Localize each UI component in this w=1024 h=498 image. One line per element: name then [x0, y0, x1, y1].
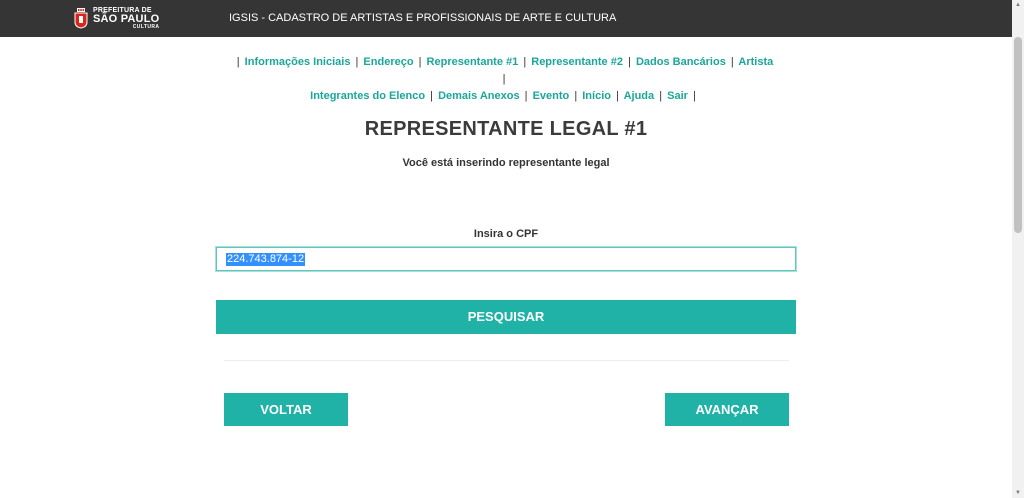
- scroll-up-arrow-icon[interactable]: ▲: [1012, 0, 1024, 10]
- nav-link-artista[interactable]: Artista: [738, 56, 773, 68]
- nav-separator: |: [523, 56, 527, 68]
- nav-link-evento[interactable]: Evento: [533, 90, 570, 102]
- cpf-label: Insira o CPF: [473, 228, 539, 240]
- vertical-scrollbar[interactable]: ▲ ▼: [1012, 0, 1024, 498]
- nav-separator: |: [659, 90, 663, 102]
- prefeitura-logo[interactable]: PREFEITURA DE SÃO PAULO CULTURA: [74, 4, 159, 32]
- nav-separator: |: [236, 56, 240, 68]
- nav-link-endereco[interactable]: Endereço: [363, 56, 413, 68]
- nav-separator: |: [418, 56, 422, 68]
- nav-link-demais-anexos[interactable]: Demais Anexos: [438, 90, 520, 102]
- nav-link-integrantes-do-elenco[interactable]: Integrantes do Elenco: [310, 90, 425, 102]
- nav-link-dados-bancarios[interactable]: Dados Bancários: [636, 56, 726, 68]
- nav-link-ajuda[interactable]: Ajuda: [624, 90, 655, 102]
- next-button[interactable]: AVANÇAR: [665, 393, 789, 426]
- back-button[interactable]: VOLTAR: [224, 393, 348, 426]
- nav-link-sair[interactable]: Sair: [667, 90, 688, 102]
- scrollbar-thumb[interactable]: [1014, 37, 1022, 233]
- nav-separator: |: [430, 90, 433, 102]
- nav-link-representante-1[interactable]: Representante #1: [427, 56, 519, 68]
- nav-link-informacoes-iniciais[interactable]: Informações Iniciais: [245, 56, 351, 68]
- cpf-input-value: 224.743.874-12: [226, 253, 306, 266]
- main-navigation: | Informações Iniciais | Endereço | Repr…: [230, 54, 778, 105]
- cpf-input[interactable]: 224.743.874-12: [215, 246, 797, 272]
- nav-link-inicio[interactable]: Início: [582, 90, 611, 102]
- sao-paulo-crest-icon: [74, 7, 88, 29]
- logo-line-cultura: CULTURA: [132, 23, 160, 30]
- divider: [224, 360, 789, 361]
- top-bar: PREFEITURA DE SÃO PAULO CULTURA IGSIS - …: [0, 0, 1024, 37]
- nav-separator: |: [524, 90, 528, 102]
- nav-separator: |: [502, 73, 506, 85]
- scroll-down-arrow-icon[interactable]: ▼: [1012, 488, 1024, 498]
- nav-separator: |: [616, 90, 619, 102]
- logo-text: PREFEITURA DE SÃO PAULO CULTURA: [93, 7, 159, 30]
- logo-line-sao-paulo: SÃO PAULO: [93, 12, 160, 25]
- page-title: REPRESENTANTE LEGAL #1: [364, 118, 648, 140]
- page-subtitle: Você está inserindo representante legal: [402, 157, 610, 169]
- nav-link-representante-2[interactable]: Representante #2: [531, 56, 623, 68]
- nav-separator: |: [692, 90, 696, 102]
- nav-separator: |: [730, 56, 734, 68]
- nav-separator: |: [355, 56, 359, 68]
- nav-separator: |: [628, 56, 631, 68]
- app-title: IGSIS - CADASTRO DE ARTISTAS E PROFISSIO…: [229, 12, 617, 24]
- search-button[interactable]: PESQUISAR: [216, 300, 796, 334]
- nav-separator: |: [574, 90, 578, 102]
